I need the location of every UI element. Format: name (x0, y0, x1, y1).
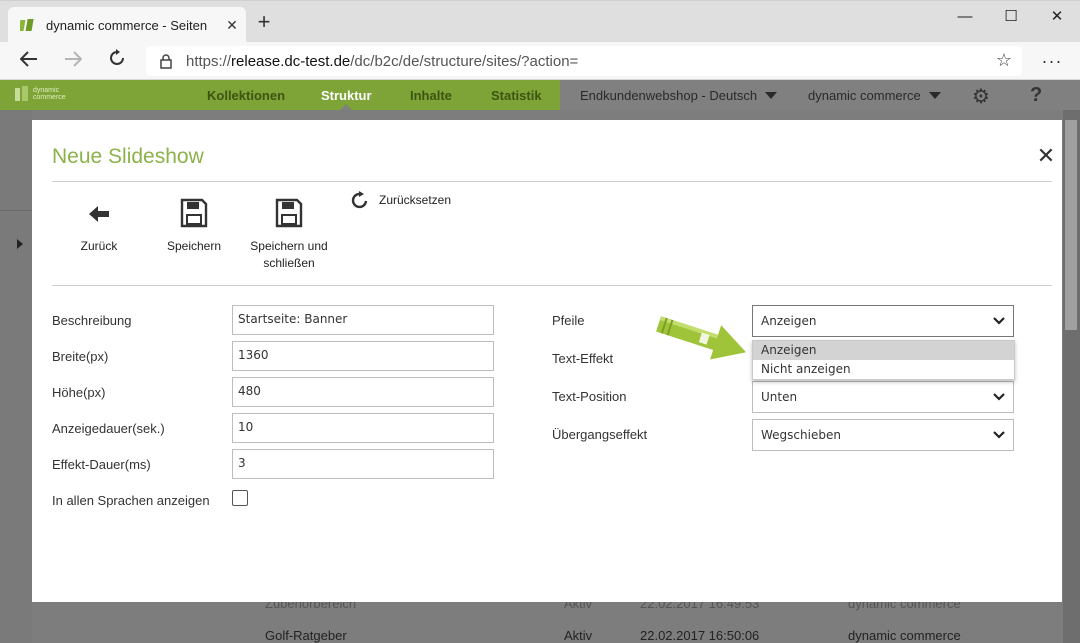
field-label-breite: Breite(px) (52, 349, 109, 364)
back-button[interactable]: Zurück (72, 198, 126, 255)
browser-tab-bar: dynamic commerce - Seiten ✕ + — ☐ ✕ (0, 0, 1080, 43)
field-label-hoehe: Höhe(px) (52, 385, 106, 400)
address-bar: https://release.dc-test.de/dc/b2c/de/str… (0, 42, 1080, 80)
field-label-beschreibung: Beschreibung (52, 313, 132, 328)
favorite-star-icon[interactable]: ☆ (996, 50, 1012, 71)
beschreibung-input[interactable]: Startseite: Banner (232, 305, 494, 335)
text-position-select[interactable]: Unten (752, 381, 1014, 413)
reload-icon[interactable] (102, 47, 132, 75)
field-label-pfeile: Pfeile (552, 313, 585, 328)
gear-icon[interactable]: ⚙ (972, 84, 990, 109)
field-label-all-languages: In allen Sprachen anzeigen (52, 493, 210, 508)
all-languages-checkbox[interactable] (232, 490, 248, 506)
anzeigedauer-input[interactable]: 10 (232, 413, 494, 443)
browser-menu-icon[interactable]: ··· (1038, 47, 1066, 75)
background-row-status: Aktiv (564, 628, 593, 643)
save-and-close-button[interactable]: Speichern und schließen (244, 198, 334, 272)
nav-struktur[interactable]: Struktur (321, 88, 372, 103)
app-logo[interactable]: dynamic commerce (14, 85, 66, 103)
chevron-down-icon (993, 317, 1005, 325)
lock-icon (146, 53, 186, 69)
field-label-effekt-dauer: Effekt-Dauer(ms) (52, 457, 151, 472)
background-row-date: 22.02.2017 16:50:06 (640, 628, 760, 643)
url-text: https://release.dc-test.de/dc/b2c/de/str… (186, 52, 579, 70)
new-slideshow-dialog: Neue Slideshow ✕ Zurück Speichern Speich… (32, 120, 1062, 602)
background-row-company: dynamic commerce (848, 628, 961, 643)
chevron-down-icon (993, 431, 1005, 439)
url-field[interactable]: https://release.dc-test.de/dc/b2c/de/str… (146, 46, 1022, 76)
nav-kollektionen[interactable]: Kollektionen (207, 88, 285, 103)
back-arrow-icon[interactable] (14, 47, 44, 75)
breite-input[interactable]: 1360 (232, 341, 494, 371)
chevron-down-icon (993, 393, 1005, 401)
back-arrow-icon (89, 206, 109, 222)
scrollbar-thumb[interactable] (1065, 120, 1077, 330)
browser-tab[interactable]: dynamic commerce - Seiten ✕ (8, 7, 246, 43)
background-row-name: Golf-Ratgeber (265, 628, 347, 643)
divider (52, 181, 1052, 182)
floppy-disk-icon (275, 198, 303, 228)
field-label-text-effekt: Text-Effekt (552, 351, 614, 366)
floppy-disk-icon (180, 198, 208, 228)
background-sidebar (0, 110, 32, 643)
pfeile-select[interactable]: Anzeigen (752, 305, 1014, 337)
help-icon[interactable]: ? (1030, 84, 1042, 107)
dialog-close-icon[interactable]: ✕ (1035, 145, 1057, 168)
app-header: dynamic commerce Kollektionen Struktur In… (0, 80, 1080, 110)
tutorial-pointer-arrow-icon (656, 316, 747, 360)
dialog-title: Neue Slideshow (52, 145, 204, 168)
uebergangseffekt-select[interactable]: Wegschieben (752, 419, 1014, 451)
field-label-anzeigedauer: Anzeigedauer(sek.) (52, 421, 165, 436)
dc-favicon-icon (18, 17, 36, 33)
pfeile-dropdown-list: Anzeigen Nicht anzeigen (752, 340, 1015, 380)
tab-title: dynamic commerce - Seiten (46, 17, 208, 33)
tab-close-icon[interactable]: ✕ (218, 17, 246, 34)
expand-arrow-icon (17, 239, 23, 249)
dropdown-option-nicht-anzeigen[interactable]: Nicht anzeigen (753, 360, 1014, 379)
app-nav-area: dynamic commerce Kollektionen Struktur In… (0, 80, 560, 110)
dropdown-option-anzeigen[interactable]: Anzeigen (753, 341, 1014, 360)
new-tab-button[interactable]: + (252, 10, 276, 34)
company-selector[interactable]: dynamic commerce (808, 88, 941, 103)
reset-icon (351, 191, 368, 209)
nav-inhalte[interactable]: Inhalte (410, 88, 452, 103)
hoehe-input[interactable]: 480 (232, 377, 494, 407)
dc-logo-icon (15, 86, 28, 101)
window-close-icon[interactable]: ✕ (1034, 4, 1080, 30)
field-label-uebergangseffekt: Übergangseffekt (552, 427, 648, 442)
effekt-dauer-input[interactable]: 3 (232, 449, 494, 479)
background-divider (0, 210, 32, 211)
shop-selector[interactable]: Endkundenwebshop - Deutsch (580, 88, 778, 103)
nav-statistik[interactable]: Statistik (491, 88, 542, 103)
field-label-text-position: Text-Position (552, 389, 627, 404)
reset-button[interactable]: Zurücksetzen (350, 191, 451, 209)
maximize-icon[interactable]: ☐ (988, 4, 1034, 30)
chevron-down-icon (765, 92, 778, 99)
minimize-icon[interactable]: — (942, 4, 988, 30)
save-button[interactable]: Speichern (162, 198, 226, 255)
forward-arrow-icon[interactable] (58, 47, 88, 75)
chevron-down-icon (928, 92, 941, 99)
divider (52, 285, 1052, 286)
